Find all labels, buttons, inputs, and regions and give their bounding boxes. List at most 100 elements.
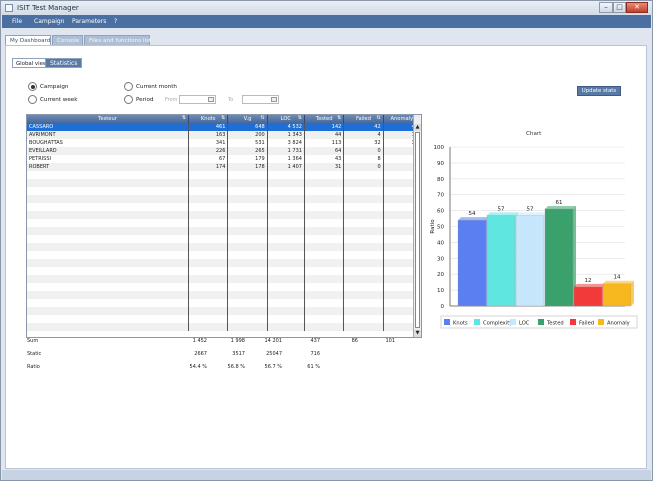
column-header-knots[interactable]: Knots ⇅ — [188, 115, 229, 123]
y-tick-label: 60 — [437, 209, 444, 215]
calendar-icon[interactable] — [208, 97, 214, 102]
table-row[interactable] — [27, 299, 421, 307]
table-cell — [267, 203, 305, 211]
menu-help[interactable]: ? — [114, 18, 117, 25]
title-bar[interactable]: ISIT Test Manager – □ ✕ — [1, 1, 652, 15]
table-cell — [27, 251, 190, 259]
table-row[interactable]: CASSARO4616484 5321424242 — [27, 123, 421, 131]
calendar-icon[interactable] — [271, 97, 277, 102]
table-row[interactable]: ROBERT1741781 4073100 — [27, 163, 421, 171]
table-cell: 531 — [227, 139, 268, 147]
table-cell: 648 — [227, 123, 268, 131]
column-header-testeur[interactable]: Testeur ⇅ — [27, 115, 190, 123]
table-cell: 200 — [227, 131, 268, 139]
table-cell — [188, 251, 229, 259]
bar-top — [516, 212, 547, 216]
table-row[interactable] — [27, 203, 421, 211]
table-row[interactable] — [27, 243, 421, 251]
table-cell: 8 — [343, 155, 384, 163]
table-row[interactable] — [27, 315, 421, 323]
menu-bar: File Campaign Parameters ? — [2, 15, 651, 28]
column-header-tested[interactable]: Tested ⇅ — [304, 115, 345, 123]
maximize-button[interactable]: □ — [613, 2, 626, 13]
scroll-thumb[interactable] — [415, 132, 420, 328]
table-cell — [188, 203, 229, 211]
radio-current-week[interactable]: Current week — [28, 95, 78, 104]
table-cell: CASSARO — [27, 123, 190, 131]
table-cell — [267, 251, 305, 259]
table-cell: 142 — [304, 123, 345, 131]
table-row[interactable] — [27, 307, 421, 315]
table-cell — [267, 219, 305, 227]
column-header-label: Knots — [200, 116, 216, 122]
menu-file[interactable]: File — [12, 18, 22, 25]
y-tick-label: 80 — [437, 177, 444, 183]
table-cell — [343, 243, 384, 251]
table-cell — [227, 315, 268, 323]
table-row[interactable]: EVEILLARD2262651 7316400 — [27, 147, 421, 155]
update-stats-button[interactable]: Update stats — [577, 86, 621, 96]
table-row[interactable] — [27, 211, 421, 219]
column-header-loc[interactable]: LOC ⇅ — [267, 115, 305, 123]
legend-swatch — [510, 319, 516, 325]
table-cell — [343, 267, 384, 275]
radio-indicator — [28, 82, 37, 91]
table-row[interactable] — [27, 227, 421, 235]
table-cell — [343, 203, 384, 211]
table-row[interactable] — [27, 323, 421, 331]
table-cell — [343, 307, 384, 315]
table-row[interactable] — [27, 187, 421, 195]
table-row[interactable]: BOUGHATTAS3415313 8241133232 — [27, 139, 421, 147]
table-row[interactable] — [27, 291, 421, 299]
table-cell — [27, 243, 190, 251]
scroll-down-icon[interactable]: ▼ — [414, 330, 421, 337]
table-row[interactable] — [27, 283, 421, 291]
column-header-vg[interactable]: V.g ⇅ — [227, 115, 268, 123]
table-row[interactable] — [27, 219, 421, 227]
table-cell — [227, 227, 268, 235]
bar-top — [458, 217, 489, 221]
table-scrollbar[interactable]: ▲ ▼ — [413, 115, 421, 337]
to-date-field[interactable] — [242, 95, 279, 104]
table-cell — [304, 267, 345, 275]
radio-period[interactable]: Period — [124, 95, 153, 104]
minimize-button[interactable]: – — [599, 2, 613, 13]
table-cell — [343, 291, 384, 299]
subtab-statistics[interactable]: Statistics — [45, 58, 83, 68]
table-cell: 174 — [188, 163, 229, 171]
from-date-field[interactable] — [179, 95, 216, 104]
table-cell: 1 364 — [267, 155, 305, 163]
table-row[interactable] — [27, 267, 421, 275]
table-body: CASSARO4616484 5321424242AVRIMONT1632001… — [27, 123, 421, 331]
bar-side — [631, 280, 634, 306]
menu-parameters[interactable]: Parameters — [72, 18, 106, 25]
table-row[interactable] — [27, 179, 421, 187]
to-label: To — [228, 97, 234, 103]
table-cell — [227, 195, 268, 203]
table-cell — [227, 203, 268, 211]
radio-current-month[interactable]: Current month — [124, 82, 177, 91]
table-cell — [188, 227, 229, 235]
table-row[interactable]: AVRIMONT1632001 34344419 — [27, 131, 421, 139]
table-header: Testeur ⇅ Knots ⇅ V.g ⇅ LOC ⇅ Tested ⇅ Failed… — [27, 115, 421, 123]
close-button[interactable]: ✕ — [626, 2, 648, 13]
scroll-up-icon[interactable]: ▲ — [414, 124, 421, 131]
table-row[interactable]: PETRISSI671791 3644387 — [27, 155, 421, 163]
table-row[interactable] — [27, 251, 421, 259]
bar-failed — [573, 286, 603, 307]
table-row[interactable] — [27, 235, 421, 243]
table-row[interactable] — [27, 259, 421, 267]
radio-campaign-label: Campaign — [40, 83, 69, 90]
menu-campaign[interactable]: Campaign — [34, 18, 64, 25]
column-header-failed[interactable]: Failed ⇅ — [343, 115, 384, 123]
table-row[interactable] — [27, 171, 421, 179]
table-cell — [227, 283, 268, 291]
table-row[interactable] — [27, 275, 421, 283]
radio-campaign[interactable]: Campaign — [28, 82, 68, 91]
y-tick-label: 100 — [434, 145, 445, 151]
table-row[interactable] — [27, 195, 421, 203]
table-cell — [343, 299, 384, 307]
table-cell: 4 532 — [267, 123, 305, 131]
y-tick-label: 70 — [437, 193, 444, 199]
table-cell — [188, 307, 229, 315]
